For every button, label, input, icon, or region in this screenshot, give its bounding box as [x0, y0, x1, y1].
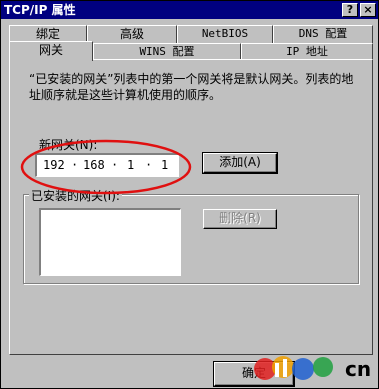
watermark-text: cn: [345, 357, 372, 381]
new-gateway-label: 新网关(N):: [39, 138, 98, 152]
tab-dns-config[interactable]: DNS 配置: [273, 25, 373, 43]
ip-dot-2: ·: [111, 158, 119, 172]
help-button[interactable]: ?: [342, 3, 358, 17]
tab-advanced[interactable]: 高级: [87, 25, 177, 43]
tab-gateway[interactable]: 网关: [9, 41, 93, 61]
window-title: TCP/IP 属性: [4, 3, 76, 17]
site-watermark-logo: cn: [253, 347, 373, 385]
close-button[interactable]: ×: [360, 3, 376, 17]
gateway-description: “已安装的网关”列表中的第一个网关将是默认网关。列表的地址顺序就是这些计算机使用…: [29, 72, 354, 102]
tab-netbios[interactable]: NetBIOS: [177, 25, 273, 43]
ip-octet-2[interactable]: 168: [83, 158, 105, 172]
ip-octet-3[interactable]: 1: [127, 158, 134, 172]
add-gateway-button[interactable]: 添加(A): [202, 152, 278, 174]
installed-gateways-label: 已安装的网关(I):: [29, 187, 122, 204]
ip-octet-1[interactable]: 192: [43, 158, 65, 172]
new-gateway-ip-input[interactable]: 192 · 168 · 1 · 1: [35, 153, 179, 177]
title-bar: TCP/IP 属性 ? ×: [1, 1, 378, 19]
remove-gateway-button[interactable]: 删除(R): [203, 209, 277, 229]
tcpip-properties-window: TCP/IP 属性 ? × 绑定 高级 NetBIOS DNS 配置 网关 WI…: [0, 0, 379, 389]
ip-dot-3: ·: [145, 158, 153, 172]
ip-dot-1: ·: [71, 158, 79, 172]
installed-gateways-list[interactable]: [39, 208, 181, 276]
ip-octet-4[interactable]: 1: [161, 158, 168, 172]
